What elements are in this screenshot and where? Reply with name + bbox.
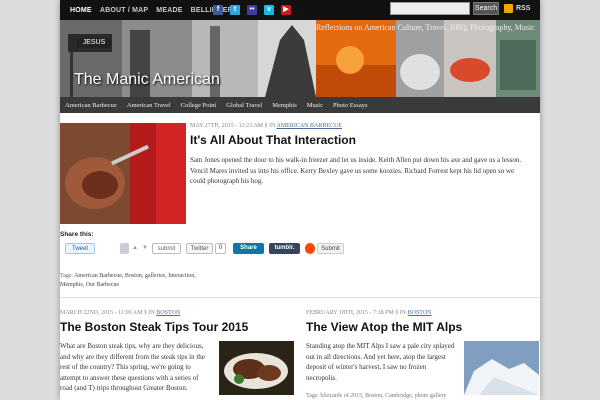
twitter-share-small[interactable]: Twitter <box>186 243 213 254</box>
jesus-sign: JESUS <box>77 38 111 48</box>
post-title[interactable]: The View Atop the MIT Alps <box>306 320 462 334</box>
linkedin-share-label: Share <box>240 245 257 251</box>
cat-music[interactable]: Music <box>307 102 323 109</box>
tags-list[interactable]: American Barbecue, Boston, galleries, In… <box>60 273 196 288</box>
rss-label: RSS <box>516 5 531 12</box>
cat-photo-essays[interactable]: Photo Essays <box>333 102 368 109</box>
post-title[interactable]: The Boston Steak Tips Tour 2015 <box>60 320 248 334</box>
twitter-share-count: 0 <box>215 243 226 254</box>
flickr-icon[interactable]: •• <box>247 5 257 15</box>
post-meta: FEBRUARY 18TH, 2015 - 7:38 PM § IN BOSTO… <box>306 310 432 316</box>
post-category[interactable]: BOSTON <box>156 310 180 316</box>
featured-post-tags: Tags: American Barbecue, Boston, galleri… <box>60 272 220 290</box>
youtube-icon[interactable]: ▶ <box>281 5 291 15</box>
post-date: MARCH 22ND, 2015 - 11:09 AM § IN <box>60 310 155 316</box>
cat-college-point[interactable]: College Point <box>181 102 217 109</box>
reddit-alien-icon[interactable] <box>120 243 129 254</box>
tweet-button[interactable]: Tweet <box>65 243 95 254</box>
post-thumbnail[interactable] <box>464 341 539 395</box>
post-category[interactable]: BOSTON <box>408 310 432 316</box>
cat-american-travel[interactable]: American Travel <box>127 102 171 109</box>
linkedin-share-button[interactable]: Share <box>233 243 264 254</box>
reddit-submit-small[interactable]: Submit <box>317 243 344 254</box>
reddit-icon[interactable] <box>305 243 315 254</box>
search-button[interactable]: Search <box>473 2 499 15</box>
featured-post-date: MAY 27TH, 2015 - 11:23 AM § IN <box>190 123 276 129</box>
post-tags[interactable]: Tags: blizzards of 2015, Boston, Cambrid… <box>306 393 447 399</box>
post-thumbnail[interactable] <box>219 341 294 395</box>
tumblr-share-button[interactable]: tumblr. <box>269 243 300 254</box>
facebook-icon[interactable]: f <box>213 5 223 15</box>
featured-post-title[interactable]: It's All About That Interaction <box>190 133 356 147</box>
category-navigation: American Barbecue American Travel Colleg… <box>60 97 540 113</box>
tags-prefix: Tags: <box>60 273 73 279</box>
downvote-icon[interactable]: ▼ <box>140 243 150 254</box>
section-divider <box>60 297 540 298</box>
rss-link[interactable]: RSS <box>504 4 530 13</box>
post-date: FEBRUARY 18TH, 2015 - 7:38 PM § IN <box>306 310 407 316</box>
topnav-meade[interactable]: MEADE <box>156 7 182 14</box>
social-icons: f t •• v ▶ <box>213 5 298 15</box>
topnav-about-map[interactable]: ABOUT / MAP <box>100 7 148 14</box>
steak-photo <box>219 341 294 395</box>
rss-icon <box>504 4 513 13</box>
cat-american-barbecue[interactable]: American Barbecue <box>65 102 117 109</box>
post-meta: MARCH 22ND, 2015 - 11:09 AM § IN BOSTON <box>60 310 180 316</box>
post-excerpt: Standing atop the MIT Alps I saw a pale … <box>306 342 455 382</box>
vimeo-icon[interactable]: v <box>264 5 274 15</box>
reddit-submit-button[interactable]: submit <box>152 243 181 254</box>
featured-post-excerpt: Sam Jones opened the door to his walk-in… <box>190 156 522 185</box>
featured-post-image[interactable] <box>60 123 186 224</box>
featured-post-meta: MAY 27TH, 2015 - 11:23 AM § IN AMERICAN … <box>190 123 342 129</box>
featured-photo <box>60 123 186 224</box>
snow-photo <box>464 341 539 395</box>
topnav-home[interactable]: HOME <box>70 7 92 14</box>
featured-post-category[interactable]: AMERICAN BARBECUE <box>277 123 343 129</box>
site-tagline: Reflections on American Culture, Travel,… <box>316 23 535 32</box>
twitter-icon[interactable]: t <box>230 5 240 15</box>
site-title[interactable]: The Manic American <box>74 71 220 89</box>
search-input[interactable] <box>390 2 470 15</box>
share-label: Share this: <box>60 231 94 238</box>
upvote-icon[interactable]: ▲ <box>130 243 140 254</box>
cat-memphis[interactable]: Memphis <box>272 102 297 109</box>
post-excerpt: What are Boston steak tips, why are they… <box>60 342 205 392</box>
cat-global-travel[interactable]: Global Travel <box>226 102 262 109</box>
tweet-label: Tweet <box>71 246 88 252</box>
